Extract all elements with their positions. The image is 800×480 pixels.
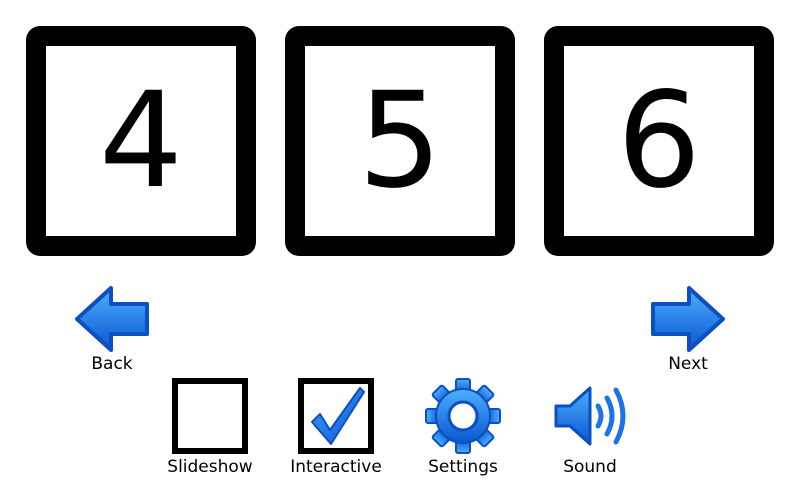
arrow-left-icon bbox=[75, 286, 149, 352]
sound-label: Sound bbox=[563, 457, 617, 477]
number-card-3[interactable]: 6 bbox=[544, 26, 774, 256]
next-button[interactable]: Next bbox=[643, 284, 733, 374]
slideshow-label: Slideshow bbox=[167, 457, 253, 477]
next-label: Next bbox=[668, 354, 708, 374]
slideshow-toggle[interactable]: Slideshow bbox=[145, 378, 275, 477]
card-number: 5 bbox=[358, 64, 442, 218]
app-screen: 4 5 6 Back Next Slideshow Interactive Se… bbox=[0, 0, 800, 480]
card-number: 4 bbox=[99, 64, 183, 218]
interactive-toggle[interactable]: Interactive bbox=[271, 378, 401, 477]
back-button[interactable]: Back bbox=[67, 284, 157, 374]
card-face: 5 bbox=[305, 46, 495, 236]
card-face: 6 bbox=[564, 46, 754, 236]
gear-icon bbox=[425, 378, 501, 454]
checkbox-checked-icon bbox=[298, 378, 374, 454]
sound-button[interactable]: Sound bbox=[525, 378, 655, 477]
back-label: Back bbox=[91, 354, 133, 374]
number-card-2[interactable]: 5 bbox=[285, 26, 515, 256]
card-face: 4 bbox=[46, 46, 236, 236]
arrow-right-icon bbox=[651, 286, 725, 352]
card-number: 6 bbox=[617, 64, 701, 218]
settings-button[interactable]: Settings bbox=[398, 378, 528, 477]
speaker-icon bbox=[554, 386, 626, 446]
number-card-1[interactable]: 4 bbox=[26, 26, 256, 256]
checkbox-unchecked-icon bbox=[172, 378, 248, 454]
settings-label: Settings bbox=[428, 457, 498, 477]
interactive-label: Interactive bbox=[290, 457, 382, 477]
